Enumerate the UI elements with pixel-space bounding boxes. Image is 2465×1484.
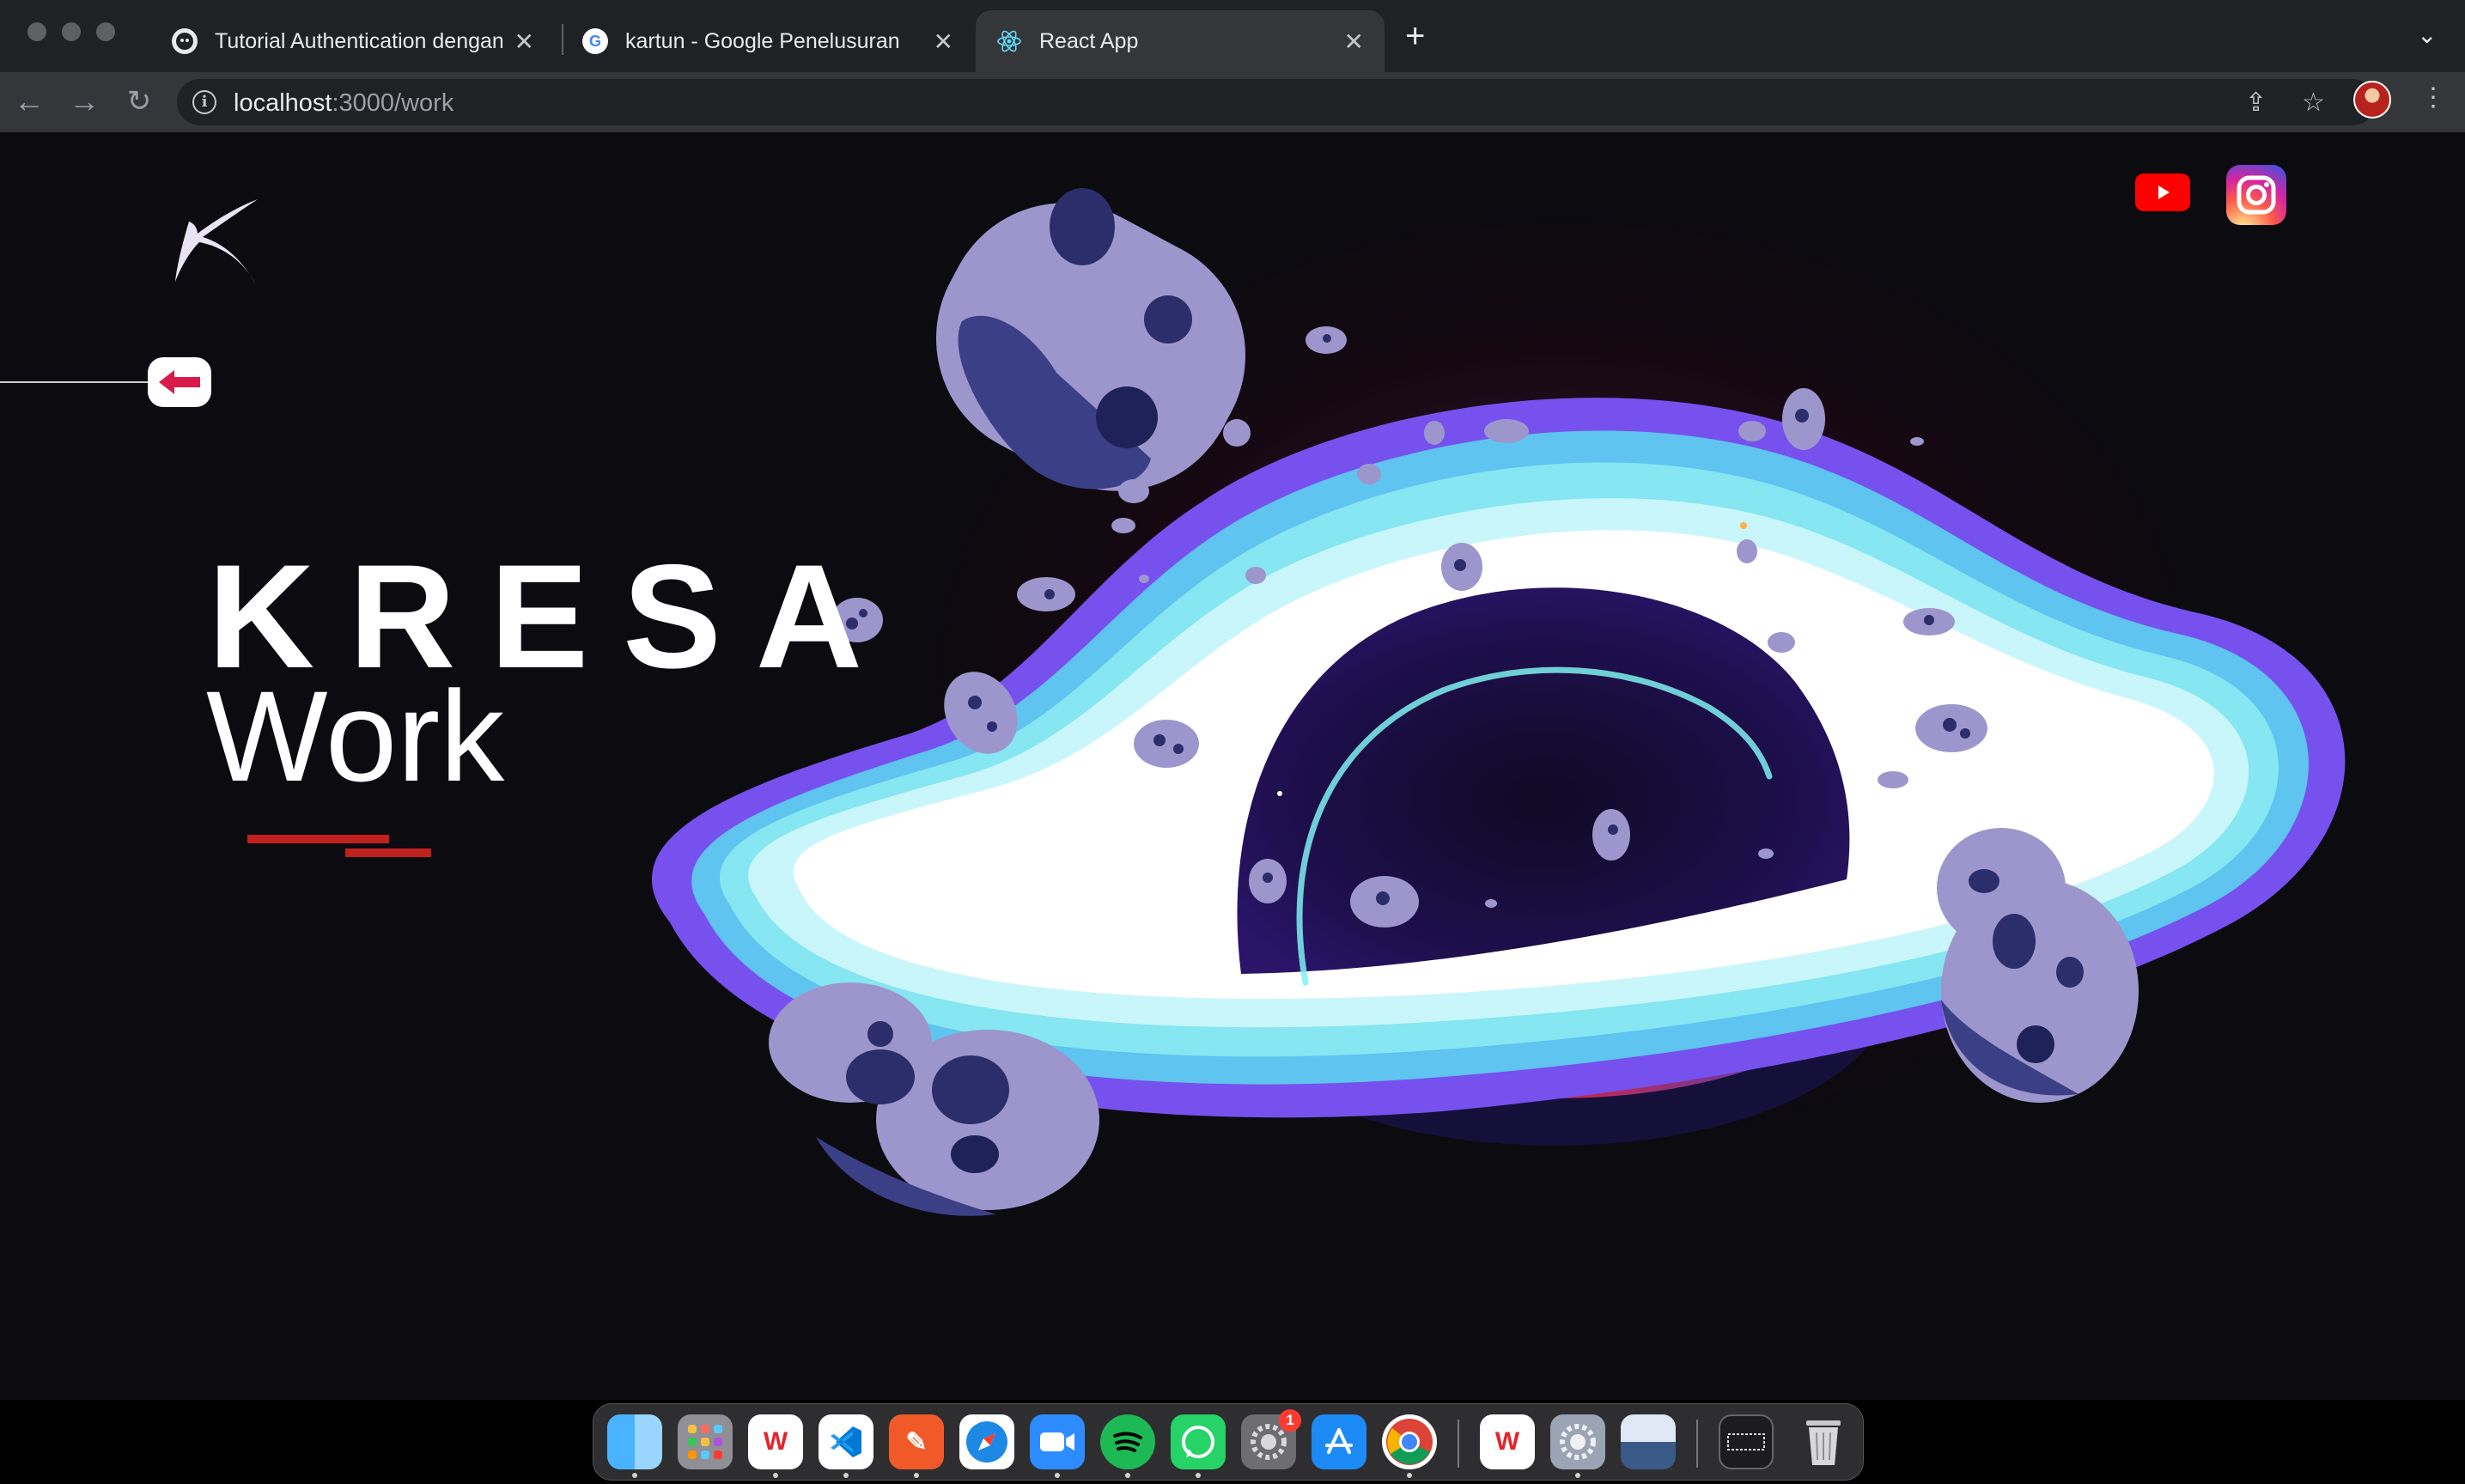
back-arrow-icon[interactable]: ← [12, 84, 46, 119]
running-indicator [1055, 1473, 1060, 1478]
running-indicator [1407, 1473, 1412, 1478]
site-info-icon[interactable]: i [192, 90, 216, 114]
wps-office-icon[interactable]: W [1480, 1414, 1535, 1469]
close-tab-icon[interactable]: ✕ [514, 27, 534, 56]
launchpad-icon[interactable] [678, 1414, 733, 1469]
running-indicator [632, 1473, 637, 1478]
tab-tutorial[interactable]: Tutorial Authentication dengan ✕ [151, 10, 555, 72]
zoom-icon[interactable] [1030, 1414, 1085, 1469]
tab-title: Tutorial Authentication dengan [215, 28, 502, 53]
forward-arrow-icon[interactable]: → [67, 84, 101, 119]
trash-icon[interactable] [1796, 1414, 1851, 1469]
running-indicator [773, 1473, 778, 1478]
chrome-icon[interactable] [1382, 1414, 1437, 1469]
accent-bar [247, 835, 389, 843]
chevron-down-icon[interactable]: ⌄ [2417, 21, 2437, 49]
vscode-icon[interactable] [819, 1414, 873, 1469]
address-bar[interactable]: i localhost:3000/work ⇪ ☆ [177, 79, 2376, 125]
react-icon [996, 28, 1022, 54]
close-tab-icon[interactable]: ✕ [1344, 27, 1364, 56]
finder-icon[interactable] [607, 1414, 662, 1469]
tab-title: React App [1039, 28, 1139, 53]
system-preferences-icon[interactable] [1550, 1414, 1605, 1469]
running-indicator [1125, 1473, 1130, 1478]
window-close-control[interactable] [27, 22, 46, 41]
menu-kebab-icon[interactable]: ⋮ [2420, 82, 2446, 113]
window-zoom-control[interactable] [96, 22, 115, 41]
macos-dock: W ✎ 1 W [593, 1403, 1864, 1481]
page-subtitle: Work [206, 664, 505, 808]
share-icon[interactable]: ⇪ [2245, 88, 2267, 118]
page-canvas: KRESA Work [0, 132, 2465, 1400]
browser-tab-bar: Tutorial Authentication dengan ✕ G kartu… [0, 0, 2465, 72]
profile-avatar[interactable] [2353, 81, 2391, 119]
whatsapp-icon[interactable] [1171, 1414, 1226, 1469]
tab-kartun[interactable]: G kartun - Google Penelusuran ✕ [562, 10, 974, 72]
tab-react-app[interactable]: React App ✕ [976, 10, 1385, 72]
browser-toolbar: ← → ↻ i localhost:3000/work ⇪ ☆ ⋮ [0, 72, 2465, 132]
accent-bar [345, 848, 431, 857]
pen-app-icon[interactable]: ✎ [889, 1414, 944, 1469]
close-tab-icon[interactable]: ✕ [934, 27, 953, 56]
running-indicator [843, 1473, 849, 1478]
left-arrow-icon [159, 370, 200, 394]
new-tab-icon[interactable]: + [1405, 17, 1425, 55]
app-store-icon[interactable] [1312, 1414, 1366, 1469]
back-button[interactable] [148, 357, 211, 407]
screenshot-icon[interactable] [1719, 1414, 1774, 1469]
kresa-logo[interactable] [168, 196, 265, 290]
youtube-icon[interactable] [2135, 173, 2190, 211]
github-icon [172, 28, 198, 54]
system-preferences-icon[interactable]: 1 [1241, 1409, 1301, 1469]
dock-separator [1696, 1420, 1698, 1468]
running-indicator [1196, 1473, 1201, 1478]
svg-text:G: G [589, 33, 601, 50]
url-text[interactable]: localhost:3000/work [234, 89, 453, 118]
asteroid-top [935, 188, 1246, 491]
dock-separator [1458, 1420, 1459, 1468]
running-indicator [914, 1473, 919, 1478]
instagram-icon[interactable] [2226, 165, 2286, 225]
star-icon[interactable]: ☆ [2302, 88, 2325, 118]
reload-icon[interactable]: ↻ [122, 84, 156, 119]
google-icon: G [582, 28, 608, 54]
preview-icon[interactable] [1621, 1414, 1676, 1469]
running-indicator [1575, 1473, 1580, 1478]
notification-badge: 1 [1279, 1409, 1301, 1432]
spotify-icon[interactable] [1100, 1414, 1155, 1469]
tab-title: kartun - Google Penelusuran [625, 28, 900, 53]
back-line [0, 381, 151, 383]
window-minimize-control[interactable] [62, 22, 81, 41]
wps-office-icon[interactable]: W [748, 1414, 803, 1469]
safari-icon[interactable] [959, 1414, 1014, 1469]
